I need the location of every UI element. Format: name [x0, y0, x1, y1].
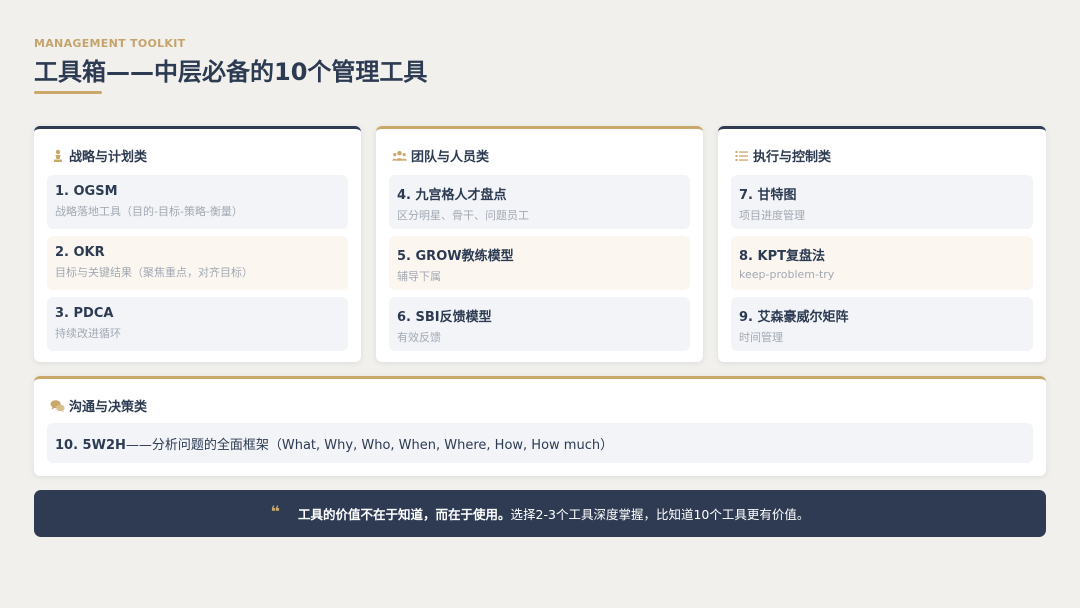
- tool-subtitle: 项目进度管理: [739, 209, 805, 222]
- category-card-team: 团队与人员类 4. 九宫格人才盘点 区分明星、骨干、问题员工 5. GROW教练…: [376, 126, 703, 362]
- chat-icon: [50, 398, 65, 413]
- tool-title: 5. GROW教练模型: [397, 249, 514, 264]
- category-heading: 战略与计划类: [50, 146, 147, 165]
- tool-title: 3. PDCA: [55, 306, 114, 321]
- tool-title: 9. 艾森豪威尔矩阵: [739, 310, 849, 325]
- quote-mark-icon: ❝: [270, 502, 281, 521]
- title-underline: [34, 91, 102, 94]
- team-icon: [392, 148, 407, 163]
- eyebrow-label: MANAGEMENT TOOLKIT: [34, 37, 186, 50]
- tool-title: 6. SBI反馈模型: [397, 310, 492, 325]
- tool-description: ——分析问题的全面框架（What, Why, Who, When, Where,…: [125, 438, 614, 453]
- category-card-communication: 沟通与决策类 10. 5W2H——分析问题的全面框架（What, Why, Wh…: [34, 376, 1046, 476]
- category-heading-label: 沟通与决策类: [69, 400, 148, 415]
- tool-subtitle: 时间管理: [739, 331, 783, 344]
- tool-item-ogsm: 1. OGSM 战略落地工具（目的-目标-策略-衡量）: [47, 175, 348, 229]
- category-heading-label: 团队与人员类: [411, 150, 490, 165]
- tool-item-pdca: 3. PDCA 持续改进循环: [47, 297, 348, 351]
- quote-emphasis: 工具的价值不在于知道，而在于使用。: [298, 507, 511, 522]
- category-heading-label: 战略与计划类: [69, 150, 148, 165]
- tool-item-gantt: 7. 甘特图 项目进度管理: [731, 175, 1033, 229]
- tool-title: 2. OKR: [55, 245, 105, 260]
- quote-banner: ❝ 工具的价值不在于知道，而在于使用。选择2-3个工具深度掌握，比知道10个工具…: [34, 490, 1046, 537]
- quote-text: 工具的价值不在于知道，而在于使用。选择2-3个工具深度掌握，比知道10个工具更有…: [298, 504, 809, 523]
- category-heading: 沟通与决策类: [50, 396, 147, 415]
- list-icon: [734, 148, 749, 163]
- category-heading: 团队与人员类: [392, 146, 489, 165]
- tool-item-kpt: 8. KPT复盘法 keep-problem-try: [731, 236, 1033, 290]
- category-card-execution: 执行与控制类 7. 甘特图 项目进度管理 8. KPT复盘法 keep-prob…: [718, 126, 1046, 362]
- tool-subtitle: keep-problem-try: [739, 268, 835, 281]
- category-card-strategy: 战略与计划类 1. OGSM 战略落地工具（目的-目标-策略-衡量） 2. OK…: [34, 126, 361, 362]
- tool-title: 1. OGSM: [55, 184, 118, 199]
- tool-item-okr: 2. OKR 目标与关键结果（聚焦重点，对齐目标）: [47, 236, 348, 290]
- tool-subtitle: 辅导下属: [397, 270, 441, 283]
- tool-item-grow: 5. GROW教练模型 辅导下属: [389, 236, 690, 290]
- page-title: 工具箱——中层必备的10个管理工具: [34, 58, 428, 86]
- tool-title: 10. 5W2H: [55, 438, 126, 453]
- tool-item-nine-box: 4. 九宫格人才盘点 区分明星、骨干、问题员工: [389, 175, 690, 229]
- tool-title: 4. 九宫格人才盘点: [397, 188, 507, 203]
- tool-subtitle: 区分明星、骨干、问题员工: [397, 209, 529, 222]
- category-heading: 执行与控制类: [734, 146, 831, 165]
- tool-title: 8. KPT复盘法: [739, 249, 825, 264]
- chess-icon: [50, 148, 65, 163]
- tool-subtitle: 持续改进循环: [55, 327, 121, 340]
- tool-subtitle: 战略落地工具（目的-目标-策略-衡量）: [55, 205, 243, 218]
- tool-item-eisenhower: 9. 艾森豪威尔矩阵 时间管理: [731, 297, 1033, 351]
- tool-subtitle: 有效反馈: [397, 331, 441, 344]
- tool-item-5w2h: 10. 5W2H——分析问题的全面框架（What, Why, Who, When…: [47, 423, 1033, 463]
- quote-rest: 选择2-3个工具深度掌握，比知道10个工具更有价值。: [510, 507, 810, 522]
- tool-title: 7. 甘特图: [739, 188, 797, 203]
- tool-item-sbi: 6. SBI反馈模型 有效反馈: [389, 297, 690, 351]
- category-heading-label: 执行与控制类: [753, 150, 832, 165]
- tool-subtitle: 目标与关键结果（聚焦重点，对齐目标）: [55, 266, 253, 279]
